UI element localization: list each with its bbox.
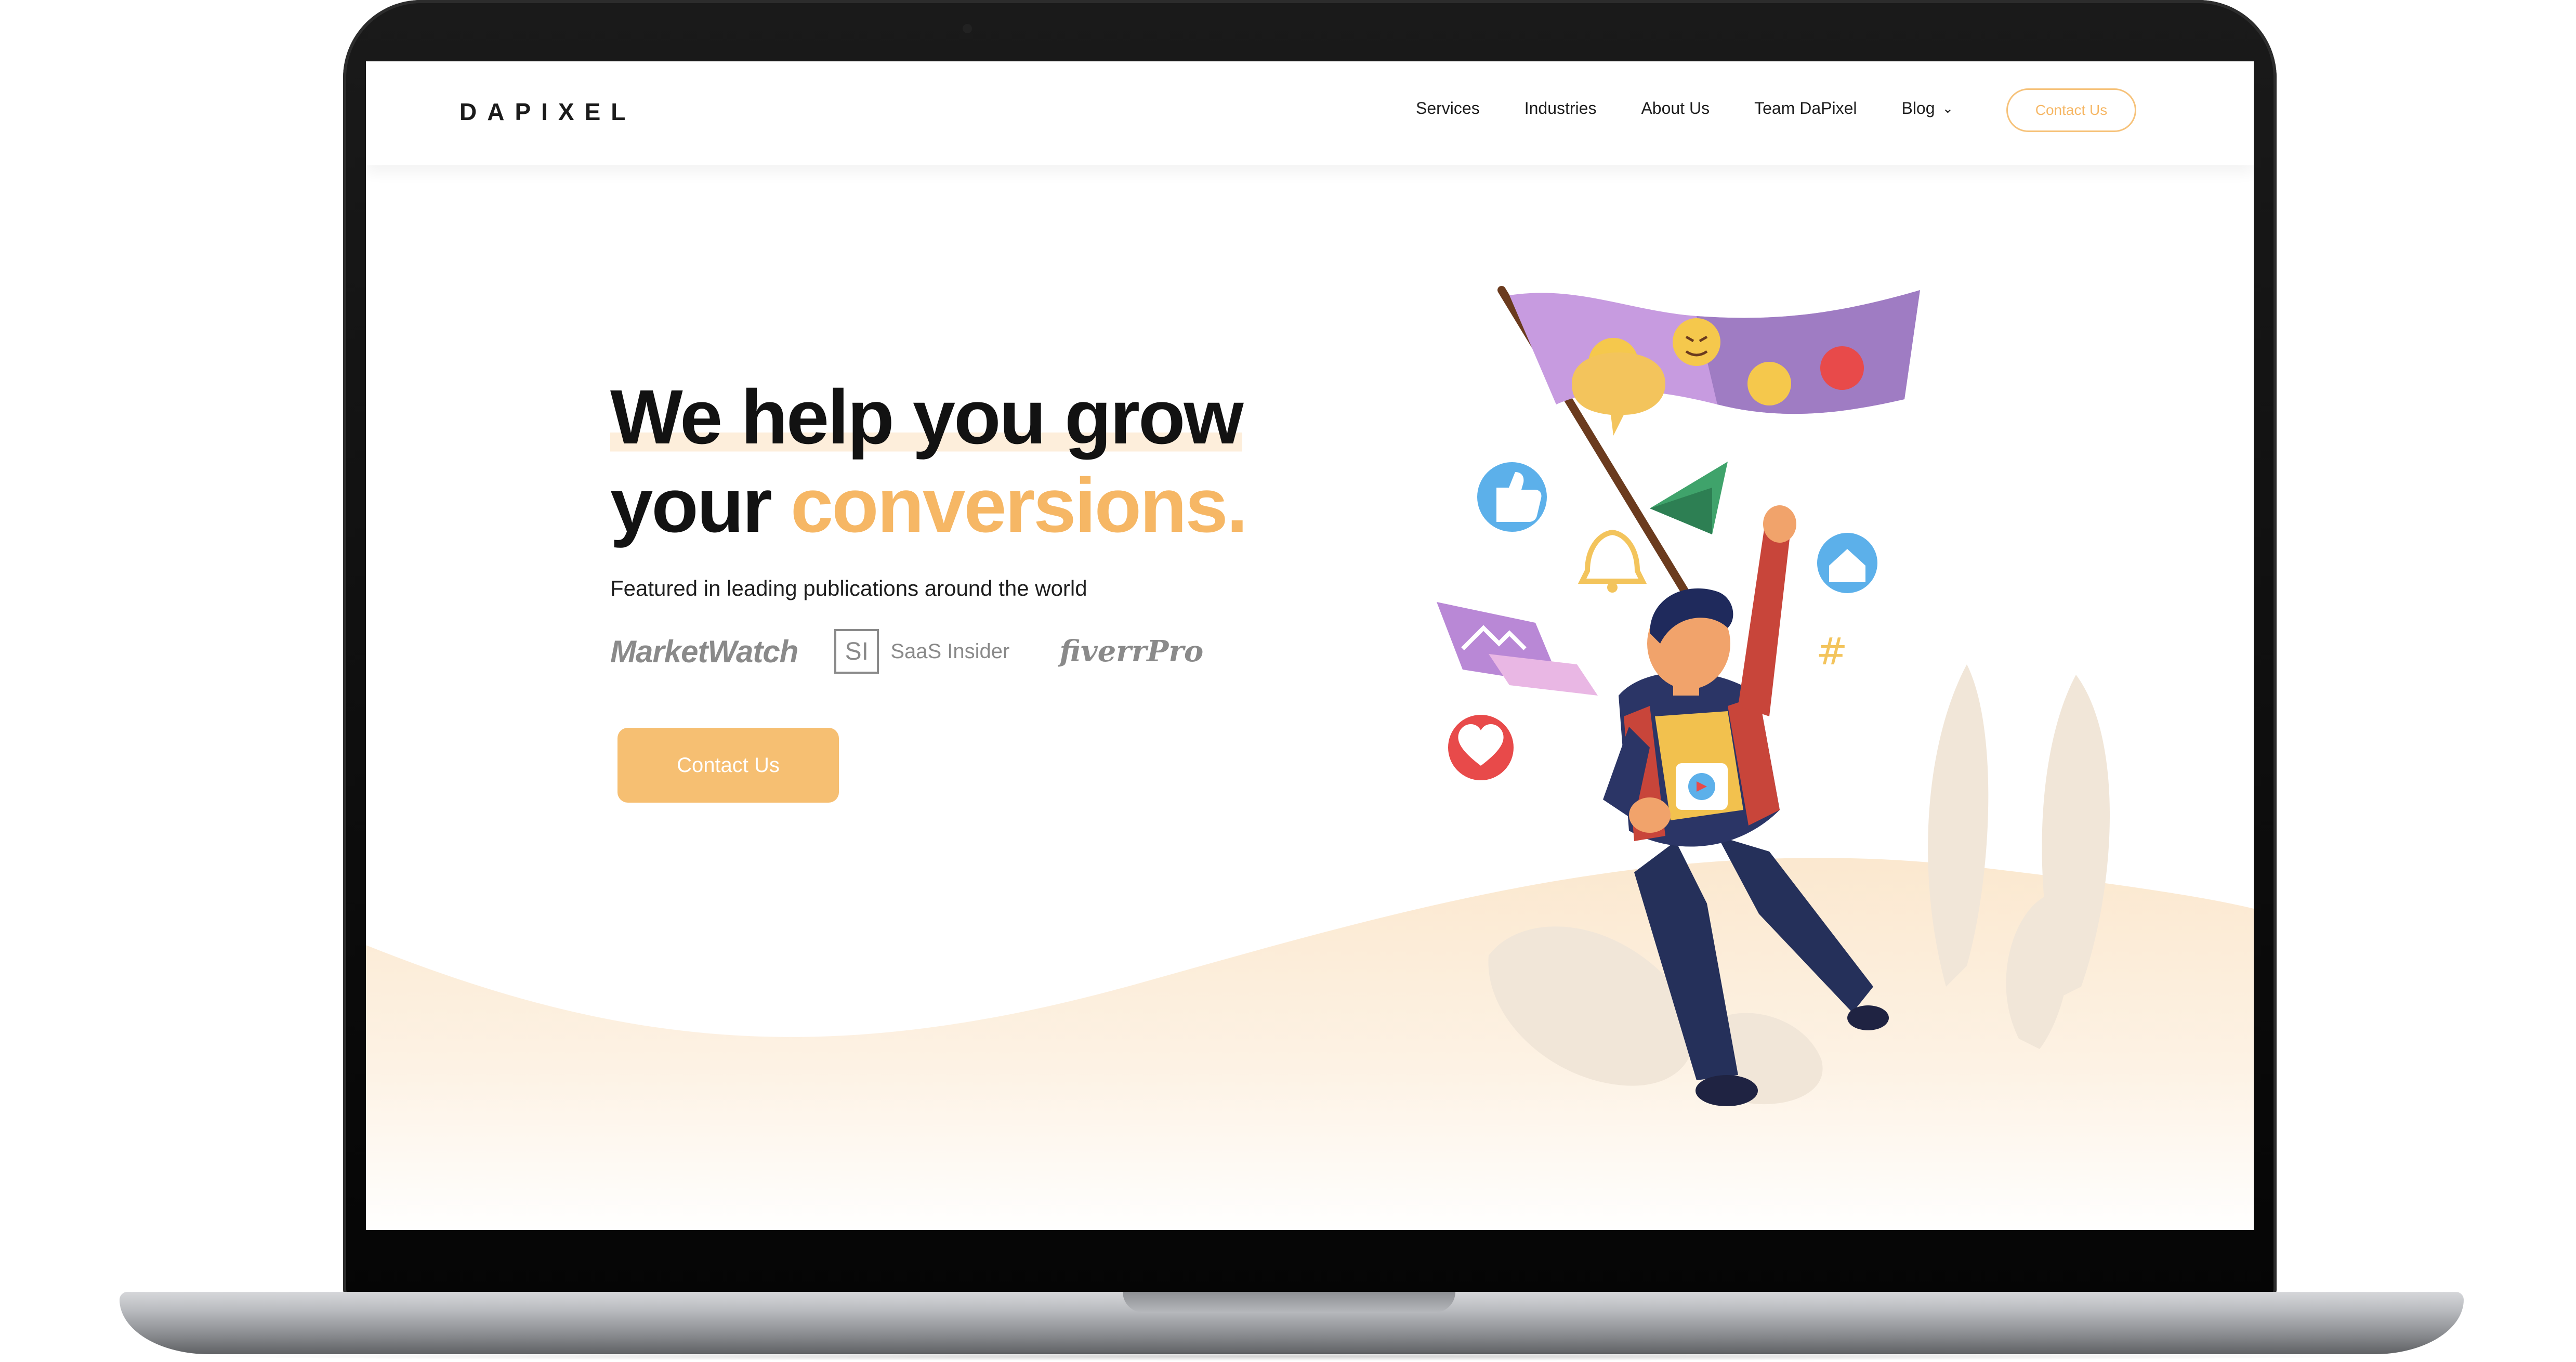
nav-team[interactable]: Team DaPixel <box>1754 99 1857 118</box>
saas-insider-logo: SI SaaS Insider <box>834 629 1009 674</box>
hero-title-line-2: your conversions. <box>610 462 1248 550</box>
marketwatch-logo: MarketWatch <box>610 634 798 669</box>
nav-about-us[interactable]: About Us <box>1641 99 1710 118</box>
featured-text: Featured in leading publications around … <box>610 576 1087 600</box>
publication-logos: MarketWatch SI SaaS Insider fiverrPro <box>610 623 1203 680</box>
nav-blog-label: Blog <box>1901 99 1935 117</box>
hero-title: We help you grow your conversions. <box>610 373 1248 550</box>
hero-title-accent: conversions. <box>790 463 1248 548</box>
hashtag-icon: # <box>1816 630 1847 673</box>
image-icon <box>1437 602 1598 696</box>
hero-title-highlight: We help you grow <box>610 374 1244 460</box>
nav-links: Services Industries About Us Team DaPixe… <box>1416 99 1990 118</box>
thumbs-up-icon <box>1472 457 1552 537</box>
logo[interactable]: DAPIXEL <box>459 98 636 126</box>
background-leaves <box>1488 664 2110 1105</box>
nav-contact-button[interactable]: Contact Us <box>2006 88 2136 132</box>
saas-insider-text: SaaS Insider <box>890 639 1010 663</box>
nav-blog-dropdown[interactable]: Blog ⌄ <box>1901 99 1953 118</box>
svg-text:#: # <box>1816 630 1847 673</box>
laptop-shadow <box>156 1352 2422 1361</box>
paper-plane-icon <box>1650 462 1728 534</box>
hero-title-prefix: your <box>610 463 791 548</box>
laptop-base-notch <box>1123 1292 1455 1313</box>
hero-contact-button[interactable]: Contact Us <box>617 728 839 803</box>
hero-title-line-1: We help you grow <box>610 373 1246 462</box>
home-icon <box>1813 529 1882 597</box>
nav-industries[interactable]: Industries <box>1524 99 1597 118</box>
navbar: DAPIXEL Services Industries About Us Tea… <box>366 61 2254 165</box>
camera-dot <box>963 24 972 33</box>
chevron-down-icon: ⌄ <box>1942 100 1954 116</box>
bell-icon <box>1578 529 1647 593</box>
hero-illustration: # <box>1437 286 2110 1106</box>
heart-icon <box>1443 710 1519 785</box>
si-mark: SI <box>834 629 879 674</box>
laptop-screen: DAPIXEL Services Industries About Us Tea… <box>366 61 2254 1230</box>
fiverr-pro-logo: fiverrPro <box>1059 634 1204 669</box>
nav-services[interactable]: Services <box>1416 99 1480 118</box>
